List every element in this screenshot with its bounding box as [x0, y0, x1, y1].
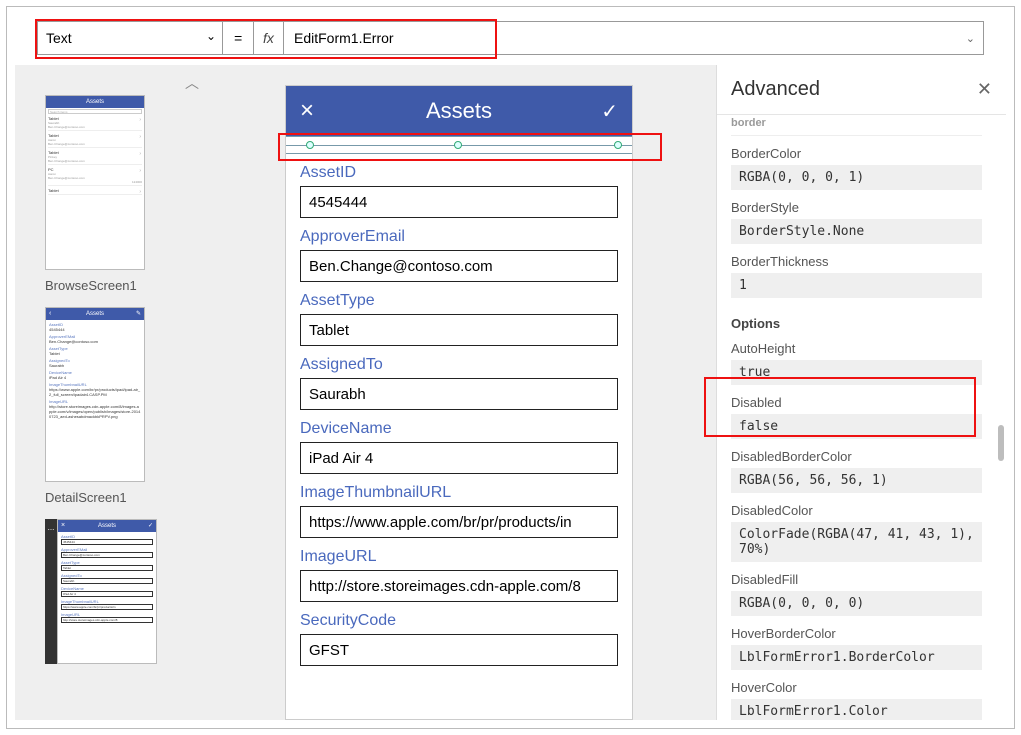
thumb-header: ‹ Assets ✎ [46, 308, 144, 320]
screen-thumbnails: Assets Search items TabletSaurabhBen.Cha… [45, 95, 175, 710]
borderthickness-value[interactable]: 1 [731, 273, 982, 298]
field-label: AssignedTo [300, 356, 618, 374]
prop-label: HoverBorderColor [731, 626, 982, 641]
prop-label: Disabled [731, 395, 982, 410]
assignedto-input[interactable]: Saurabh [300, 378, 618, 410]
securitycode-input[interactable]: GFST [300, 634, 618, 666]
thumb-edit[interactable]: ... × Assets ✓ AssetID4545444 ApproverEM… [45, 519, 175, 664]
properties-header: Advanced ✕ [717, 65, 1006, 115]
chevron-down-icon[interactable]: ⌄ [966, 32, 975, 45]
thumb-label: BrowseScreen1 [45, 278, 175, 293]
list-item: Tablet› [48, 187, 142, 195]
hovercolor-value[interactable]: LblFormError1.Color [731, 699, 982, 720]
close-icon[interactable]: × [300, 97, 314, 125]
properties-panel: Advanced ✕ border BorderColor RGBA(0, 0, … [716, 65, 1006, 720]
selected-error-label[interactable]: A [286, 136, 632, 154]
property-dropdown-value: Text [46, 30, 72, 46]
section-peek: border [731, 115, 982, 136]
prop-label: HoverColor [731, 680, 982, 695]
check-icon[interactable]: ✓ [601, 99, 618, 124]
canvas-area: ︿ Assets Search items TabletSaurabhBen.C… [15, 65, 1006, 720]
field-label: DeviceName [300, 420, 618, 438]
list-item: TabletAaronBen.Change@contoso.com› [48, 132, 142, 148]
borderstyle-value[interactable]: BorderStyle.None [731, 219, 982, 244]
disabledbordercolor-value[interactable]: RGBA(56, 56, 56, 1) [731, 468, 982, 493]
phone-title: Assets [426, 98, 492, 124]
assetid-input[interactable]: 4545444 [300, 186, 618, 218]
prop-label: AutoHeight [731, 341, 982, 356]
thumb-label: DetailScreen1 [45, 490, 175, 505]
check-icon: ✓ [148, 520, 153, 532]
thumb-search: Search items [48, 109, 142, 114]
field-label: AssetID [300, 164, 618, 182]
field-label: ImageURL [300, 548, 618, 566]
back-icon: ‹ [49, 308, 51, 320]
section-header: Options [731, 316, 982, 331]
close-icon[interactable]: ✕ [977, 79, 992, 100]
approveremail-input[interactable]: Ben.Change@contoso.com [300, 250, 618, 282]
prop-label: BorderThickness [731, 254, 982, 269]
edit-icon: ✎ [136, 308, 141, 320]
prop-label: DisabledFill [731, 572, 982, 587]
disabled-value[interactable]: false [731, 414, 982, 439]
chevron-up-icon[interactable]: ︿ [185, 73, 199, 93]
properties-title: Advanced [731, 78, 820, 101]
fx-icon: fx [253, 21, 283, 55]
thumb-detail[interactable]: ‹ Assets ✎ AssetID4545444 ApproverEMailB… [45, 307, 175, 505]
formula-bar: Text ⌄ = fx EditForm1.Error ⌄ [37, 21, 984, 55]
list-item: PCAaronBen.Change@contoso.com124000› [48, 166, 142, 186]
hoverbordercolor-value[interactable]: LblFormError1.BorderColor [731, 645, 982, 670]
assettype-input[interactable]: Tablet [300, 314, 618, 346]
field-label: AssetType [300, 292, 618, 310]
thumb-side: ... [45, 519, 57, 664]
thumb-browse[interactable]: Assets Search items TabletSaurabhBen.Cha… [45, 95, 175, 293]
thumb-title: Assets [98, 520, 116, 532]
thumb-title: Assets [86, 96, 104, 108]
field-label: ApproverEmail [300, 228, 618, 246]
thumb-title: Assets [86, 308, 104, 320]
app-window: Text ⌄ = fx EditForm1.Error ⌄ ︿ Assets S… [6, 6, 1015, 729]
thumb-header: Assets [46, 96, 144, 108]
prop-label: DisabledBorderColor [731, 449, 982, 464]
field-label: SecurityCode [300, 612, 618, 630]
prop-label: BorderStyle [731, 200, 982, 215]
properties-scroll[interactable]: border BorderColor RGBA(0, 0, 0, 1) Borde… [717, 115, 996, 720]
equals-label: = [223, 21, 253, 55]
list-item: TabletPinkeyBen.Change@contoso.com› [48, 149, 142, 165]
scrollbar[interactable] [998, 115, 1004, 445]
phone-preview[interactable]: × Assets ✓ A AssetID 4545444 ApproverEmai… [285, 85, 633, 720]
prop-label: DisabledColor [731, 503, 982, 518]
close-icon: × [61, 520, 65, 532]
imageurl-input[interactable]: http://store.storeimages.cdn-apple.com/8 [300, 570, 618, 602]
formula-input[interactable]: EditForm1.Error ⌄ [283, 21, 984, 55]
disabledfill-value[interactable]: RGBA(0, 0, 0, 0) [731, 591, 982, 616]
formula-text: EditForm1.Error [294, 30, 394, 46]
phone-header: × Assets ✓ [286, 86, 632, 136]
bordercolor-value[interactable]: RGBA(0, 0, 0, 1) [731, 165, 982, 190]
property-dropdown[interactable]: Text ⌄ [37, 21, 223, 55]
disabledcolor-value[interactable]: ColorFade(RGBA(47, 41, 43, 1), 70%) [731, 522, 982, 562]
form-body: AssetID 4545444 ApproverEmail Ben.Change@c… [286, 154, 632, 686]
thumb-header: × Assets ✓ [58, 520, 156, 532]
devicename-input[interactable]: iPad Air 4 [300, 442, 618, 474]
imagethumbnailurl-input[interactable]: https://www.apple.com/br/pr/products/in [300, 506, 618, 538]
list-item: TabletSaurabhBen.Change@contoso.com› [48, 115, 142, 131]
field-label: ImageThumbnailURL [300, 484, 618, 502]
prop-label: BorderColor [731, 146, 982, 161]
autoheight-value[interactable]: true [731, 360, 982, 385]
chevron-down-icon: ⌄ [206, 29, 216, 43]
